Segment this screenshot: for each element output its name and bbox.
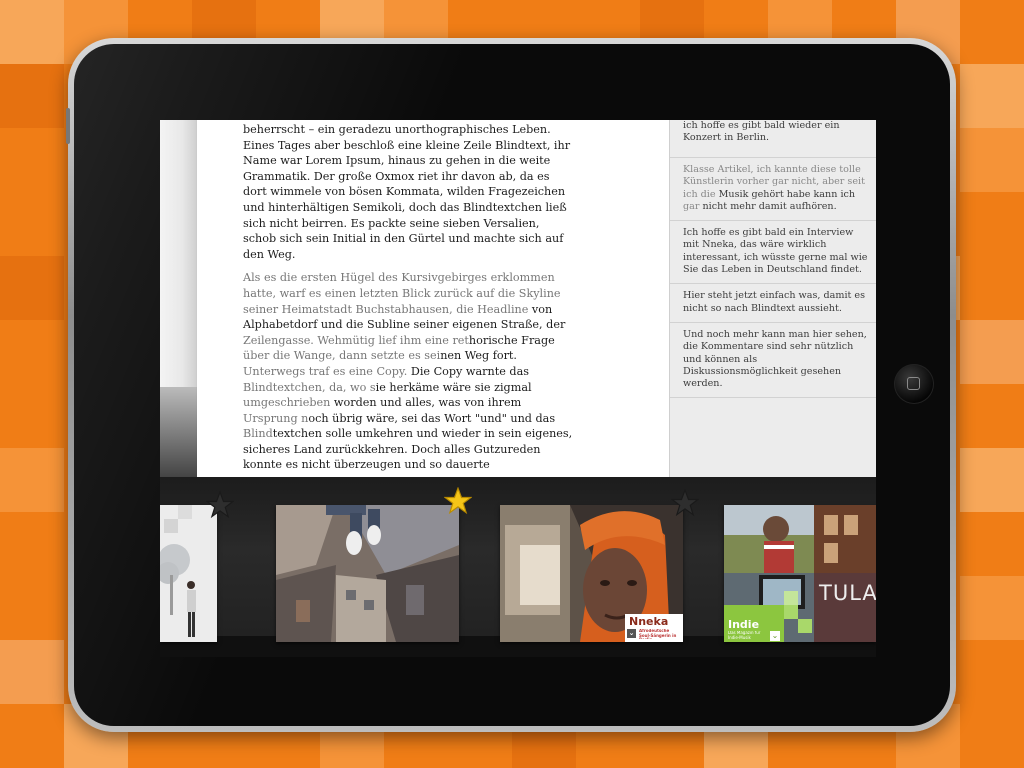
favorite-star-active-icon[interactable]: [444, 487, 472, 515]
text-run: Ich hoffe es gibt bald ein Interview mit…: [683, 227, 868, 276]
home-button[interactable]: [894, 364, 934, 404]
text-run: textchen solle umkehren und wieder in se…: [243, 427, 573, 472]
indie-label: Indie: [728, 618, 760, 631]
nneka-sublabel: Afrodeutsche Soul-Sängerin in Berlin: [639, 629, 677, 639]
indie-overlay-text: TULA: [819, 581, 876, 605]
text-run: Musik gehört habe kann ich: [718, 188, 856, 200]
favorite-star-icon[interactable]: [206, 491, 234, 519]
thumb-skyscraper[interactable]: [276, 505, 459, 642]
background-tile: [960, 64, 1024, 128]
text-run: Als es die ersten Hügel des Kursivgebirg…: [243, 271, 561, 316]
article-page[interactable]: beherrscht – ein geradezu unorthographis…: [197, 120, 669, 477]
article-paragraph-1: beherrscht – ein geradezu unorthographis…: [197, 122, 573, 262]
article-shelf: Nneka Afrodeutsche Soul-Sängerin in Berl…: [160, 477, 876, 657]
background-tile: [0, 640, 64, 704]
text-run: worden und alles, was von ihrem: [333, 396, 522, 410]
ipad-bezel: beherrscht – ein geradezu unorthographis…: [74, 44, 950, 726]
background-tile: [0, 0, 64, 64]
comment-item[interactable]: Ich hoffe es gibt bald ein Interview mit…: [670, 221, 876, 285]
comment-item[interactable]: Hier steht jetzt einfach was, damit es n…: [670, 284, 876, 323]
text-run: ie herkäme wäre sie zigmal: [375, 380, 532, 394]
chevron-down-icon[interactable]: ⌄: [770, 631, 780, 641]
previous-page-edge[interactable]: [160, 120, 197, 477]
comment-item[interactable]: Klasse Artikel, ich kannte diese tolle K…: [670, 158, 876, 222]
comment-item[interactable]: Und noch mehr kann man hier sehen, die K…: [670, 323, 876, 399]
text-run: Straße, der: [500, 318, 566, 332]
text-run: Zeilengasse. Wehmütig lief ihm eine ret: [243, 333, 469, 347]
app-screen: beherrscht – ein geradezu unorthographis…: [160, 120, 876, 657]
text-run: Die Copy warnte das: [410, 364, 529, 378]
article-paragraph-2: Als es die ersten Hügel des Kursivgebirg…: [197, 270, 573, 473]
text-run: ich hoffe es gibt bald wieder ein Konzer…: [683, 120, 840, 144]
text-run: nicht mehr damit aufhören.: [702, 200, 837, 212]
text-run: Und noch mehr kann man hier sehen, die K…: [683, 328, 867, 390]
text-run: über die Wange, dann setzte es sei: [243, 349, 441, 363]
background-tile: [0, 64, 64, 128]
background-tile: [960, 128, 1024, 192]
text-run: gar: [683, 200, 703, 212]
background-tile: [960, 448, 1024, 512]
text-run: umgeschrieben: [243, 396, 334, 410]
background-tile: [960, 576, 1024, 640]
thumb-indie[interactable]: TULA Indie Das Magazin für Indie-Musik ⌄: [724, 505, 876, 642]
text-run: Unterwegs traf es eine Copy.: [243, 364, 411, 378]
background-tile: [0, 448, 64, 512]
comments-panel: ich hoffe es gibt bald wieder ein Konzer…: [669, 120, 876, 477]
text-run: horische Frage: [468, 333, 555, 347]
text-run: beherrscht – ein geradezu unorthographis…: [243, 123, 571, 261]
indie-sublabel: Das Magazin für Indie-Musik: [728, 631, 761, 640]
thumb-art[interactable]: [160, 505, 217, 642]
text-run: Ursprung n: [243, 411, 309, 425]
thumb-nneka[interactable]: Nneka Afrodeutsche Soul-Sängerin in Berl…: [500, 505, 683, 642]
text-run: nen Weg fort.: [440, 349, 517, 363]
nneka-label-tag: Nneka Afrodeutsche Soul-Sängerin in Berl…: [625, 614, 683, 642]
text-run: och übrig wäre, sei das Wort "und" und d…: [308, 411, 556, 425]
nneka-label: Nneka: [629, 615, 669, 628]
side-switch: [66, 108, 70, 144]
text-run: Hier steht jetzt einfach was, damit es n…: [683, 290, 866, 314]
ipad-device: beherrscht – ein geradezu unorthographis…: [66, 38, 956, 732]
comment-item[interactable]: ich hoffe es gibt bald wieder ein Konzer…: [670, 120, 876, 158]
favorite-star-icon[interactable]: [671, 489, 699, 517]
chevron-down-icon[interactable]: ⌄: [627, 629, 636, 638]
background-tile: [0, 256, 64, 320]
text-run: Blindtextchen, da, wo s: [243, 380, 376, 394]
text-run: Blind: [243, 427, 273, 441]
background-tile: [960, 320, 1024, 384]
